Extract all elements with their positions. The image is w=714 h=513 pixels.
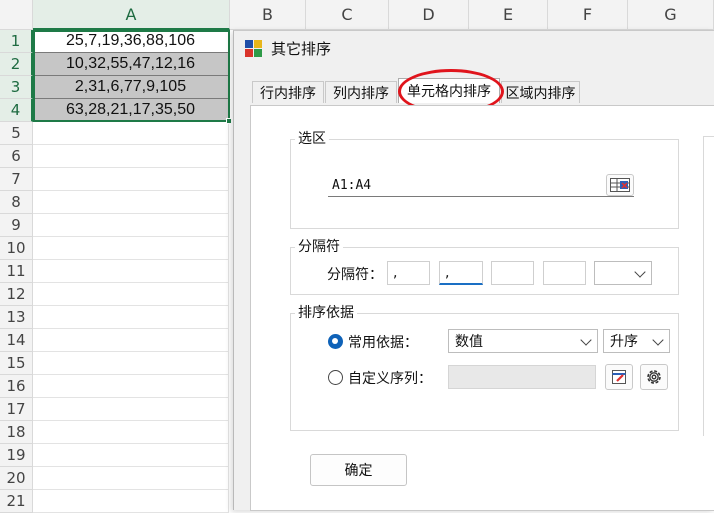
row-header-6[interactable]: 6 [0,145,33,168]
cell-a1[interactable]: 25,7,19,36,88,106 [33,30,229,53]
row-header-18[interactable]: 18 [0,421,33,444]
cell-a14[interactable] [33,329,229,352]
row-header-7[interactable]: 7 [0,168,33,191]
row-header-19[interactable]: 19 [0,444,33,467]
separator-group-label: 分隔符 [295,236,343,256]
sort-basis-group-label: 排序依据 [295,302,357,322]
custom-list-edit-button[interactable] [605,364,633,390]
cell-a16[interactable] [33,375,229,398]
separator-input-4[interactable] [543,261,586,285]
row-header-9[interactable]: 9 [0,214,33,237]
chevron-down-icon [634,266,646,278]
tab-row-sort[interactable]: 行内排序 [252,81,324,103]
cell-a13[interactable] [33,306,229,329]
cell-a20[interactable] [33,467,229,490]
range-input[interactable] [328,175,634,197]
select-all-corner[interactable] [0,0,33,30]
range-picker-button[interactable] [606,174,634,196]
custom-list-radio[interactable] [328,370,343,385]
column-header-g[interactable]: G [628,0,714,30]
column-header-d[interactable]: D [389,0,469,30]
row-header-15[interactable]: 15 [0,352,33,375]
common-basis-value: 数值 [455,334,483,350]
row-header-12[interactable]: 12 [0,283,33,306]
tab-cell-sort[interactable]: 单元格内排序 [398,78,500,103]
row-header-3[interactable]: 3 [0,76,33,99]
tab-range-sort[interactable]: 区域内排序 [501,81,580,103]
common-basis-radio[interactable] [328,334,343,349]
gear-icon [647,370,661,384]
column-header-e[interactable]: E [469,0,548,30]
cell-a6[interactable] [33,145,229,168]
separator-input-3[interactable] [491,261,534,285]
row-header-4[interactable]: 4 [0,99,33,122]
cell-a7[interactable] [33,168,229,191]
separator-input-2[interactable]: , [439,261,483,285]
row-header-2[interactable]: 2 [0,53,33,76]
column-header-f[interactable]: F [548,0,628,30]
sort-order-value: 升序 [610,334,638,350]
cell-a4[interactable]: 63,28,21,17,35,50 [33,99,229,122]
row-header-16[interactable]: 16 [0,375,33,398]
cell-a11[interactable] [33,260,229,283]
ok-button[interactable]: 确定 [310,454,407,486]
separator-input-1[interactable]: , [387,261,430,285]
app-logo-icon [245,40,262,57]
row-header-10[interactable]: 10 [0,237,33,260]
column-header-c[interactable]: C [306,0,389,30]
cell-a10[interactable] [33,237,229,260]
dialog-title: 其它排序 [271,40,332,58]
tab-panel: 选区 分隔符 分隔符： , , 排序依据 常用依据： [250,105,714,511]
row-header-1[interactable]: 1 [0,30,33,53]
common-basis-label: 常用依据： [348,335,418,351]
cell-a12[interactable] [33,283,229,306]
cell-a8[interactable] [33,191,229,214]
selection-group-label: 选区 [295,128,329,148]
cell-a18[interactable] [33,421,229,444]
cell-a3[interactable]: 2,31,6,77,9,105 [33,76,229,99]
cell-a15[interactable] [33,352,229,375]
custom-list-label: 自定义序列： [348,371,432,387]
cell-a17[interactable] [33,398,229,421]
fill-handle[interactable] [226,118,232,124]
column-header-a[interactable]: A [33,0,230,30]
row-header-17[interactable]: 17 [0,398,33,421]
range-picker-icon [610,178,630,192]
edit-list-icon [612,370,626,384]
separator-dropdown[interactable] [594,261,652,285]
chevron-down-icon [652,334,664,346]
tab-column-sort[interactable]: 列内排序 [325,81,397,103]
custom-list-input[interactable] [448,365,596,389]
column-header-b[interactable]: B [230,0,306,30]
right-group-edge [703,136,714,436]
row-header-20[interactable]: 20 [0,467,33,490]
row-header-5[interactable]: 5 [0,122,33,145]
cell-a19[interactable] [33,444,229,467]
row-header-11[interactable]: 11 [0,260,33,283]
cell-a9[interactable] [33,214,229,237]
cell-a5[interactable] [33,122,229,145]
settings-button[interactable] [640,364,668,390]
row-header-14[interactable]: 14 [0,329,33,352]
sort-order-select[interactable]: 升序 [603,329,670,353]
other-sort-dialog: 其它排序 行内排序 列内排序 单元格内排序 区域内排序 选区 分隔符 分隔符： … [233,30,714,511]
dialog-titlebar[interactable]: 其它排序 [234,31,714,65]
row-header-13[interactable]: 13 [0,306,33,329]
row-header-8[interactable]: 8 [0,191,33,214]
cell-a2[interactable]: 10,32,55,47,12,16 [33,53,229,76]
common-basis-select[interactable]: 数值 [448,329,598,353]
separator-field-label: 分隔符： [327,267,383,283]
chevron-down-icon [580,334,592,346]
